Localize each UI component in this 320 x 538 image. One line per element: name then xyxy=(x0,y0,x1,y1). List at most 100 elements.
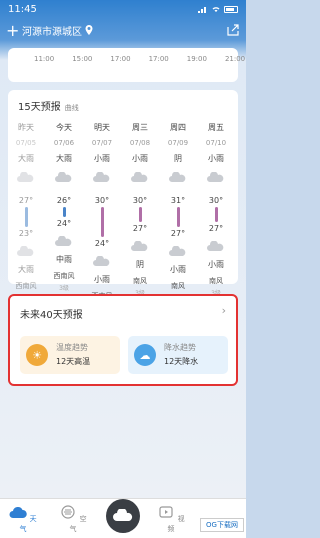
date-label: 07/07 xyxy=(91,139,113,147)
high-temp: 30° xyxy=(94,196,110,205)
nav-weather[interactable]: 天气 xyxy=(8,505,38,534)
day-label: 明天 xyxy=(94,123,110,132)
forecast-day-column[interactable]: 周四07/09阴31°27°小雨南风3级 xyxy=(162,122,194,318)
cloud-icon xyxy=(207,240,224,251)
night-weather: 小雨 xyxy=(170,265,186,274)
night-weather: 中雨 xyxy=(56,255,72,264)
date-label: 07/08 xyxy=(129,139,151,147)
temp-range-bar xyxy=(214,207,218,222)
date-label: 07/06 xyxy=(53,139,75,147)
day-weather: 大雨 xyxy=(18,154,34,163)
high-temp: 30° xyxy=(132,196,148,205)
day-weather: 大雨 xyxy=(56,154,72,163)
temp-range-bar xyxy=(100,207,104,237)
low-temp: 24° xyxy=(56,219,72,228)
cloud-icon xyxy=(55,235,72,246)
air-quality-icon xyxy=(61,505,75,519)
status-icons xyxy=(198,5,238,13)
hourly-time: 11:00 xyxy=(34,55,55,63)
forecast-day-column[interactable]: 昨天07/05大雨27°23°大雨西南风3级 xyxy=(10,122,42,318)
night-weather: 小雨 xyxy=(94,275,110,284)
cloud-icon xyxy=(93,171,110,182)
status-time: 11:45 xyxy=(8,3,37,15)
wind-level: 3级 xyxy=(59,285,69,292)
low-temp: 24° xyxy=(94,239,110,248)
temp-trend-value: 12天高温 xyxy=(56,357,91,366)
temp-range-bar xyxy=(138,207,142,222)
day-label: 周五 xyxy=(208,123,224,132)
cloud-icon xyxy=(169,171,186,182)
top-bar: + 河源市源城区 xyxy=(0,18,246,42)
add-city-button[interactable]: + xyxy=(6,21,20,40)
status-bar: 11:45 xyxy=(0,0,246,18)
battery-icon xyxy=(224,5,238,13)
cloud-icon xyxy=(9,506,28,518)
date-label: 07/09 xyxy=(167,139,189,147)
forecast-day-column[interactable]: 今天 07/06 大雨 26° 24° 中雨西南风 3级 xyxy=(48,122,80,308)
cloud-icon xyxy=(93,255,110,266)
temperature-trend-button[interactable]: ☀ 温度趋势 12天高温 xyxy=(20,336,120,374)
high-temp: 27° xyxy=(18,196,34,205)
hourly-time: 21:00 xyxy=(224,55,246,63)
high-temp: 30° xyxy=(208,196,224,205)
share-icon[interactable] xyxy=(226,23,240,37)
night-weather: 大雨 xyxy=(18,265,34,274)
cloud-icon xyxy=(55,171,72,182)
nav-air[interactable]: 空气 xyxy=(58,505,88,534)
nav-video[interactable]: 视频 xyxy=(156,505,186,534)
video-icon xyxy=(159,506,173,518)
forecast-15-title: 15天预报 曲线 xyxy=(18,102,79,113)
cloud-icon xyxy=(131,171,148,182)
temp-range-bar xyxy=(176,207,180,227)
day-weather: 小雨 xyxy=(208,154,224,163)
signal-icon xyxy=(198,7,206,13)
forecast-day-column[interactable]: 周三07/08小雨30°27°阴南风3级 xyxy=(124,122,156,313)
wind-direction: 西南风 xyxy=(53,272,75,280)
day-weather: 小雨 xyxy=(94,154,110,163)
wind-direction: 南风 xyxy=(171,282,185,290)
hourly-time: 17:00 xyxy=(148,55,169,63)
cloud-icon xyxy=(207,171,224,182)
cloud-icon xyxy=(17,245,34,256)
forecast-day-column[interactable]: 周五07/10小雨30°27°小雨南风3级 xyxy=(200,122,232,313)
day-label: 周四 xyxy=(170,123,186,132)
low-temp: 23° xyxy=(18,229,34,238)
wind-direction: 南风 xyxy=(209,277,223,285)
cloud-icon xyxy=(169,245,186,256)
high-temp: 31° xyxy=(170,196,186,205)
temp-range-bar xyxy=(62,207,66,217)
rain-trend-label: 降水趋势 xyxy=(164,343,196,352)
wind-direction: 西南风 xyxy=(15,282,37,290)
forecast-15-day-card: 15天预报曲线 昨天 07/05 大雨 27° 23° 大雨西南风 3级 今天 07/06 大雨 2… xyxy=(8,90,238,328)
temp-trend-label: 温度趋势 xyxy=(56,343,88,352)
night-weather: 小雨 xyxy=(208,260,224,269)
cloud-icon xyxy=(131,240,148,251)
temp-range-bar xyxy=(24,207,28,227)
low-temp: 27° xyxy=(170,229,186,238)
sun-icon: ☀ xyxy=(26,344,48,366)
chevron-right-icon[interactable]: › xyxy=(222,304,226,317)
high-temp: 26° xyxy=(56,196,72,205)
night-weather: 阴 xyxy=(136,260,144,269)
forecast-40-title: 未来40天预报 xyxy=(20,310,83,321)
hourly-time: 17:00 xyxy=(110,55,131,63)
day-label: 今天 xyxy=(56,123,72,132)
date-label: 07/05 xyxy=(15,139,37,147)
weather-app-screen: 11:45 + 河源市源城区 11:00 15:00 17:00 17:00 19:00… xyxy=(0,0,246,538)
date-label: 07/10 xyxy=(205,139,227,147)
day-weather: 阴 xyxy=(174,154,182,163)
hourly-strip: 11:00 15:00 17:00 17:00 19:00 21:00 xyxy=(8,48,245,82)
center-feature-button[interactable] xyxy=(106,499,140,533)
cloud-swirl-icon xyxy=(113,509,133,521)
city-name[interactable]: 河源市源城区 xyxy=(22,23,82,38)
rain-cloud-icon: ☁ xyxy=(134,344,156,366)
forecast-40-day-card[interactable]: 未来40天预报 › ☀ 温度趋势 12天高温 ☁ 降水趋势 12天降水 xyxy=(8,294,238,386)
day-label: 周三 xyxy=(132,123,148,132)
rain-trend-value: 12天降水 xyxy=(164,357,199,366)
cloud-icon xyxy=(17,171,34,182)
curve-toggle[interactable]: 曲线 xyxy=(65,104,79,112)
day-label: 昨天 xyxy=(18,123,34,132)
rain-trend-button[interactable]: ☁ 降水趋势 12天降水 xyxy=(128,336,228,374)
wifi-icon xyxy=(212,7,220,12)
hourly-time: 19:00 xyxy=(186,55,207,63)
